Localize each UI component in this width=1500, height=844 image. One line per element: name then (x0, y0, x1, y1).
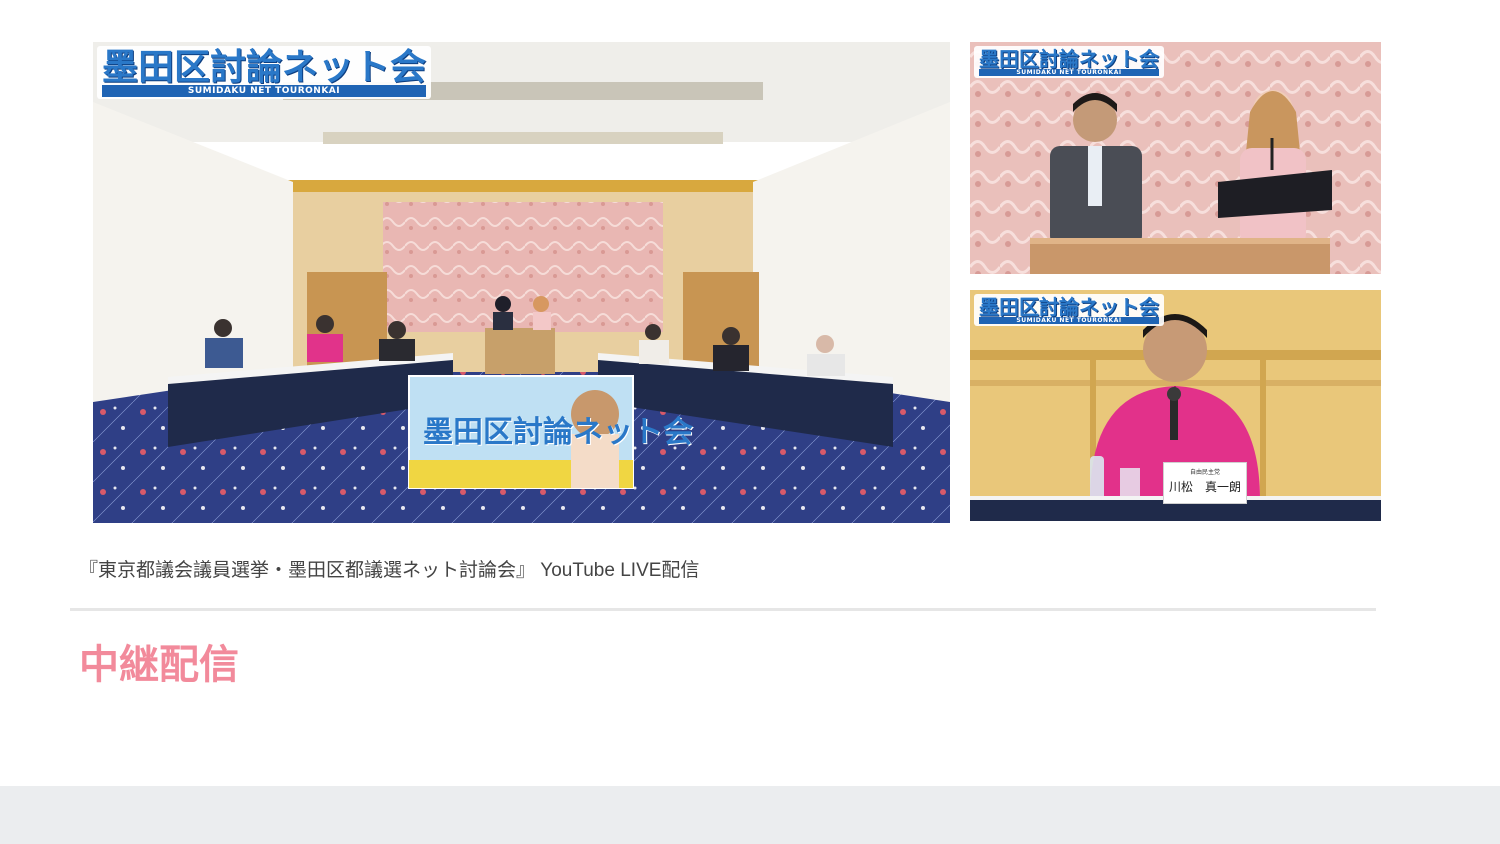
logo-title: 墨田区討論ネット会 (102, 46, 427, 88)
section-title: 中継配信 (79, 643, 239, 687)
logo-title: 墨田区討論ネット会 (979, 295, 1159, 319)
candidate-photo: 墨田区討論ネット会 SUMIDAKU NET TOURONKAI 自由民主党 川… (970, 290, 1381, 521)
front-banner-text: 墨田区討論ネット会 (423, 415, 693, 450)
moderators-logo: 墨田区討論ネット会 SUMIDAKU NET TOURONKAI (974, 46, 1164, 78)
moderators-photo: 墨田区討論ネット会 SUMIDAKU NET TOURONKAI (970, 42, 1381, 274)
footer-band (0, 786, 1500, 844)
logo-title: 墨田区討論ネット会 (979, 47, 1159, 71)
candidate-logo: 墨田区討論ネット会 SUMIDAKU NET TOURONKAI (974, 294, 1164, 326)
main-venue-photo: 墨田区討論ネット会 SUMIDAKU NET TOURONKAI 墨田区討論ネッ… (93, 42, 950, 523)
main-logo: 墨田区討論ネット会 SUMIDAKU NET TOURONKAI (97, 46, 432, 99)
nameplate-party: 自由民主党 (1189, 469, 1220, 476)
candidate-nameplate: 自由民主党 川松 真一朗 (1163, 462, 1247, 504)
nameplate-name: 川松 真一朗 (1168, 480, 1241, 494)
section-divider (70, 608, 1376, 611)
gallery-caption: 『東京都議会議員選挙・墨田区都議選ネット討論会』 YouTube LIVE配信 (79, 560, 700, 581)
